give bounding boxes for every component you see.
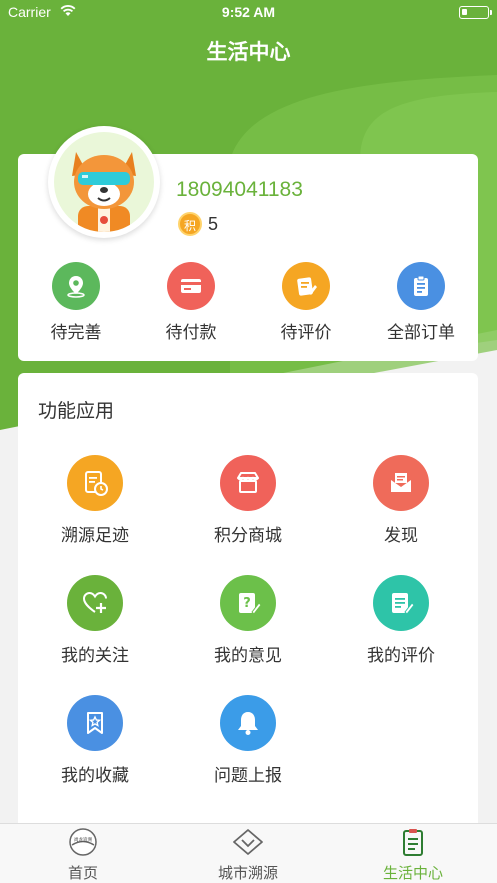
- tab-city-trace[interactable]: 城市溯源: [188, 828, 308, 883]
- question-note-icon: ?: [220, 575, 276, 631]
- clipboard-check-icon: [403, 829, 423, 856]
- order-all[interactable]: 全部订单: [361, 262, 481, 343]
- note-edit-icon: [282, 262, 330, 310]
- heart-plus-icon: [67, 575, 123, 631]
- tab-label: 城市溯源: [217, 864, 278, 882]
- home-logo-text: 尚龙追溯: [74, 836, 92, 843]
- func-label: 溯源足迹: [61, 526, 129, 546]
- tab-label: 首页: [67, 864, 98, 882]
- tab-label: 生活中心: [382, 864, 443, 882]
- order-pending-completion[interactable]: 待完善: [16, 262, 136, 343]
- dog-avatar-icon: [72, 152, 136, 232]
- bell-icon: [220, 695, 276, 751]
- func-trace-history[interactable]: 溯源足迹: [25, 455, 165, 546]
- svg-text:?: ?: [243, 596, 251, 611]
- func-label: 问题上报: [214, 766, 282, 786]
- func-points-mall[interactable]: 积分商城: [178, 455, 318, 546]
- func-report-issue[interactable]: 问题上报: [178, 695, 318, 786]
- func-my-follows[interactable]: 我的关注: [25, 575, 165, 666]
- func-label: 我的收藏: [61, 766, 129, 786]
- battery-icon: [459, 6, 492, 19]
- tab-life-center[interactable]: 生活中心: [353, 828, 473, 883]
- avatar[interactable]: [48, 126, 160, 238]
- tab-home[interactable]: 尚龙追溯 首页: [23, 828, 143, 883]
- status-bar: Carrier 9:52 AM: [0, 0, 497, 26]
- points-value: 5: [208, 214, 219, 234]
- review-note-icon: [373, 575, 429, 631]
- func-my-favorites[interactable]: 我的收藏: [25, 695, 165, 786]
- user-phone: 18094041183: [176, 178, 303, 201]
- func-my-reviews[interactable]: 我的评价: [331, 575, 471, 666]
- functions-title: 功能应用: [38, 400, 115, 422]
- store-icon: [220, 455, 276, 511]
- card-icon: [167, 262, 215, 310]
- home-logo-icon: 尚龙追溯: [69, 828, 97, 856]
- diamond-chevron-icon: [233, 829, 263, 855]
- func-my-feedback[interactable]: ? 我的意见: [178, 575, 318, 666]
- order-label: 全部订单: [387, 323, 455, 343]
- points-icon: 积: [178, 212, 202, 236]
- func-discover[interactable]: 发现: [331, 455, 471, 546]
- order-label: 待付款: [165, 323, 217, 343]
- func-label: 发现: [384, 526, 418, 546]
- status-time: 9:52 AM: [221, 4, 276, 20]
- bookmark-star-icon: [67, 695, 123, 751]
- order-label: 待完善: [50, 323, 102, 343]
- location-pin-icon: [52, 262, 100, 310]
- page-title: 生活中心: [206, 40, 291, 64]
- func-label: 积分商城: [214, 526, 282, 546]
- order-pending-review[interactable]: 待评价: [246, 262, 366, 343]
- envelope-icon: [373, 455, 429, 511]
- func-label: 我的评价: [367, 646, 435, 666]
- clipboard-icon: [397, 262, 445, 310]
- tab-bar: 尚龙追溯 首页 城市溯源 生活中心: [0, 823, 497, 883]
- func-label: 我的意见: [214, 646, 282, 666]
- func-label: 我的关注: [61, 646, 129, 666]
- trace-history-icon: [67, 455, 123, 511]
- order-label: 待评价: [280, 323, 332, 343]
- order-pending-payment[interactable]: 待付款: [131, 262, 251, 343]
